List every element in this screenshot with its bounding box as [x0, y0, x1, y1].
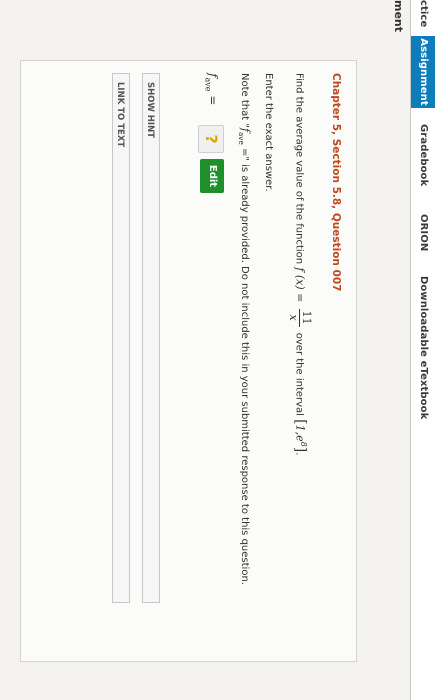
- fraction-numerator: 11: [299, 308, 313, 327]
- prompt-start: Find the average value of the function: [293, 73, 305, 265]
- note-subscript: ave: [237, 132, 245, 145]
- tab-orion[interactable]: ORION: [411, 214, 435, 258]
- question-prompt: Find the average value of the function f…: [287, 73, 313, 456]
- answer-subscript: ave: [203, 77, 213, 92]
- question-card: Chapter 5, Section 5.8, Question 007 Fin…: [20, 60, 357, 662]
- function-lhs: f (x) =: [293, 267, 307, 303]
- tab-practice[interactable]: ctice: [411, 0, 435, 34]
- note-end: =" is already provided. Do not include t…: [239, 144, 250, 585]
- show-hint-button[interactable]: SHOW HINT: [142, 73, 160, 603]
- link-to-text-button[interactable]: LINK TO TEXT: [112, 73, 130, 603]
- edit-button[interactable]: Edit: [200, 159, 224, 193]
- fraction-denominator: x: [287, 314, 300, 321]
- answer-equals: =: [206, 95, 220, 106]
- prompt-mid: over the interval: [293, 332, 305, 416]
- interval-start: 1,: [293, 424, 307, 436]
- tab-assignment[interactable]: Assignment: [411, 36, 435, 108]
- prompt-period: .: [293, 452, 305, 456]
- answer-label: fave =: [204, 73, 220, 105]
- section-title: ment: [392, 0, 405, 33]
- question-title: Chapter 5, Section 5.8, Question 007: [330, 73, 342, 292]
- note-start: Note that ": [239, 73, 250, 128]
- tab-gradebook[interactable]: Gradebook: [411, 124, 435, 194]
- function-fraction: 11 x: [287, 308, 313, 327]
- note-text: Note that "fave =" is already provided. …: [237, 73, 252, 585]
- rotated-page: ctice Assignment Gradebook ORION Downloa…: [0, 0, 435, 700]
- tab-downloadable-etextbook[interactable]: Downloadable eTextbook: [411, 276, 435, 436]
- answer-input-box[interactable]: ?: [198, 125, 224, 153]
- instruction-text: Enter the exact answer.: [263, 73, 274, 192]
- top-navigation: ctice Assignment Gradebook ORION Downloa…: [410, 0, 435, 700]
